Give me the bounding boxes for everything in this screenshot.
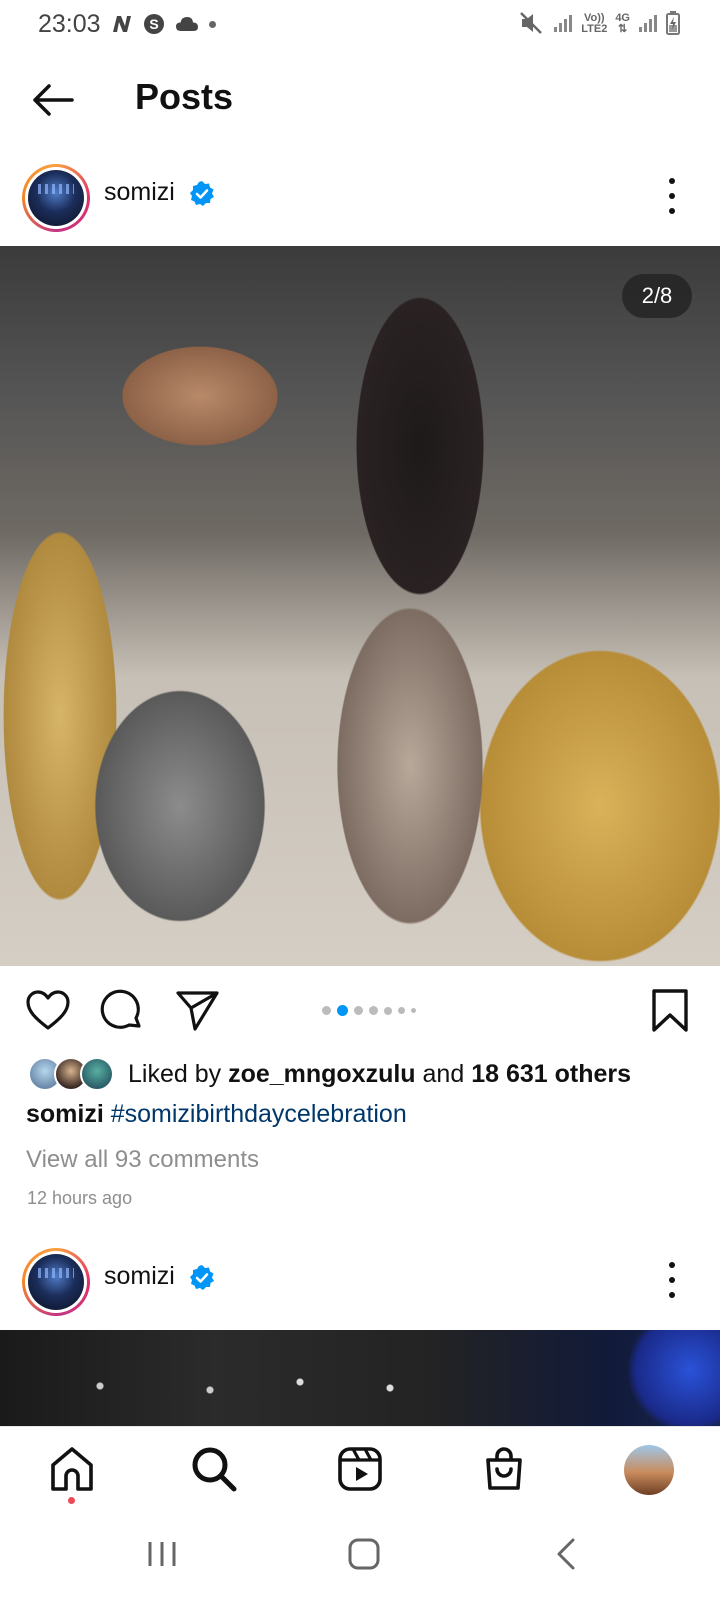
home-button-icon <box>348 1538 380 1570</box>
caption-hashtag[interactable]: #somizibirthdaycelebration <box>111 1100 407 1128</box>
back-chevron-icon <box>557 1538 575 1570</box>
data-arrows-icon: ⇅ <box>618 23 628 35</box>
liked-by-text[interactable]: Liked by zoe_mngoxzulu and 18 631 others <box>128 1060 631 1089</box>
shop-icon <box>486 1447 522 1490</box>
comment-icon <box>100 989 141 1029</box>
search-icon <box>192 1447 237 1492</box>
liker-avatar[interactable] <box>80 1057 114 1091</box>
avatar-image <box>28 1254 84 1310</box>
carousel-dot <box>369 1006 378 1015</box>
app-header: Posts <box>0 60 720 140</box>
post-image[interactable] <box>0 1330 720 1426</box>
system-nav-bar <box>0 1510 720 1600</box>
status-left: 23:03 S <box>38 10 216 39</box>
system-home-button[interactable] <box>342 1532 386 1576</box>
volte-bottom: LTE2 <box>581 23 608 35</box>
notification-dot <box>68 1497 75 1504</box>
svg-text:S: S <box>149 16 158 32</box>
like-button[interactable] <box>25 988 71 1034</box>
home-icon <box>51 1447 93 1491</box>
verified-badge-icon <box>188 180 216 208</box>
carousel-dot <box>354 1006 363 1015</box>
liked-by-user[interactable]: zoe_mngoxzulu <box>228 1060 416 1088</box>
s-circle-icon: S <box>143 13 165 35</box>
bookmark-icon <box>652 989 688 1032</box>
arrow-left-icon <box>33 84 74 116</box>
avatar[interactable] <box>22 164 90 232</box>
carousel-dot <box>322 1006 331 1015</box>
nav-reels[interactable] <box>336 1445 384 1493</box>
likes-row: Liked by zoe_mngoxzulu and 18 631 others <box>28 1054 631 1094</box>
heart-icon <box>26 990 70 1030</box>
avatar[interactable] <box>22 1248 90 1316</box>
more-options-button[interactable] <box>662 174 682 218</box>
carousel-dots <box>322 1005 416 1016</box>
nav-home[interactable] <box>48 1445 96 1493</box>
n-logo-icon <box>111 14 133 34</box>
status-right: Vo)) LTE2 4G ⇅ <box>519 10 680 38</box>
battery-charging-icon <box>666 10 680 38</box>
share-button[interactable] <box>175 988 221 1034</box>
signal-icon-2 <box>638 13 658 36</box>
post-image[interactable]: 2/8 <box>0 246 720 966</box>
liked-others[interactable]: 18 631 others <box>471 1060 631 1088</box>
save-button[interactable] <box>650 988 696 1034</box>
carousel-dot <box>384 1006 392 1015</box>
post-timestamp: 12 hours ago <box>27 1188 133 1208</box>
more-options-button[interactable] <box>662 1258 682 1302</box>
verified-badge-icon <box>188 1264 216 1292</box>
carousel-counter: 2/8 <box>622 274 692 318</box>
dot-icon <box>208 20 216 28</box>
post-actions <box>0 980 720 1040</box>
page-title: Posts <box>135 76 234 117</box>
network-4g: 4G ⇅ <box>615 13 630 35</box>
nav-search[interactable] <box>190 1445 238 1493</box>
profile-avatar[interactable] <box>624 1445 674 1495</box>
status-bar: 23:03 S Vo)) LTE2 4G ⇅ <box>0 0 720 48</box>
reels-icon <box>338 1447 382 1491</box>
post-username[interactable]: somizi <box>104 1262 175 1291</box>
avatar-image <box>28 170 84 226</box>
liked-by-prefix: Liked by <box>128 1059 229 1088</box>
carousel-dot <box>411 1008 416 1013</box>
post-username[interactable]: somizi <box>104 178 175 207</box>
comment-button[interactable] <box>99 988 145 1034</box>
send-icon <box>176 991 219 1031</box>
signal-icon-1 <box>553 13 573 36</box>
bottom-nav <box>0 1426 720 1510</box>
recents-button[interactable] <box>140 1532 184 1576</box>
status-time: 23:03 <box>38 9 101 38</box>
liked-and: and <box>415 1059 472 1088</box>
mute-icon <box>519 11 545 38</box>
post-header: somizi <box>0 1240 720 1326</box>
carousel-dot <box>337 1005 348 1016</box>
cloud-icon <box>175 16 199 32</box>
system-back-button[interactable] <box>545 1532 589 1576</box>
back-button[interactable] <box>30 82 76 118</box>
post-caption: somizi #somizibirthdaycelebration <box>26 1100 407 1129</box>
view-comments-link[interactable]: View all 93 comments <box>26 1146 259 1174</box>
carousel-dot <box>398 1007 405 1014</box>
volte-label: Vo)) LTE2 <box>581 13 607 35</box>
caption-username[interactable]: somizi <box>26 1100 104 1128</box>
nav-shop[interactable] <box>480 1445 528 1493</box>
recents-icon <box>148 1542 176 1566</box>
post-header: somizi <box>0 156 720 242</box>
